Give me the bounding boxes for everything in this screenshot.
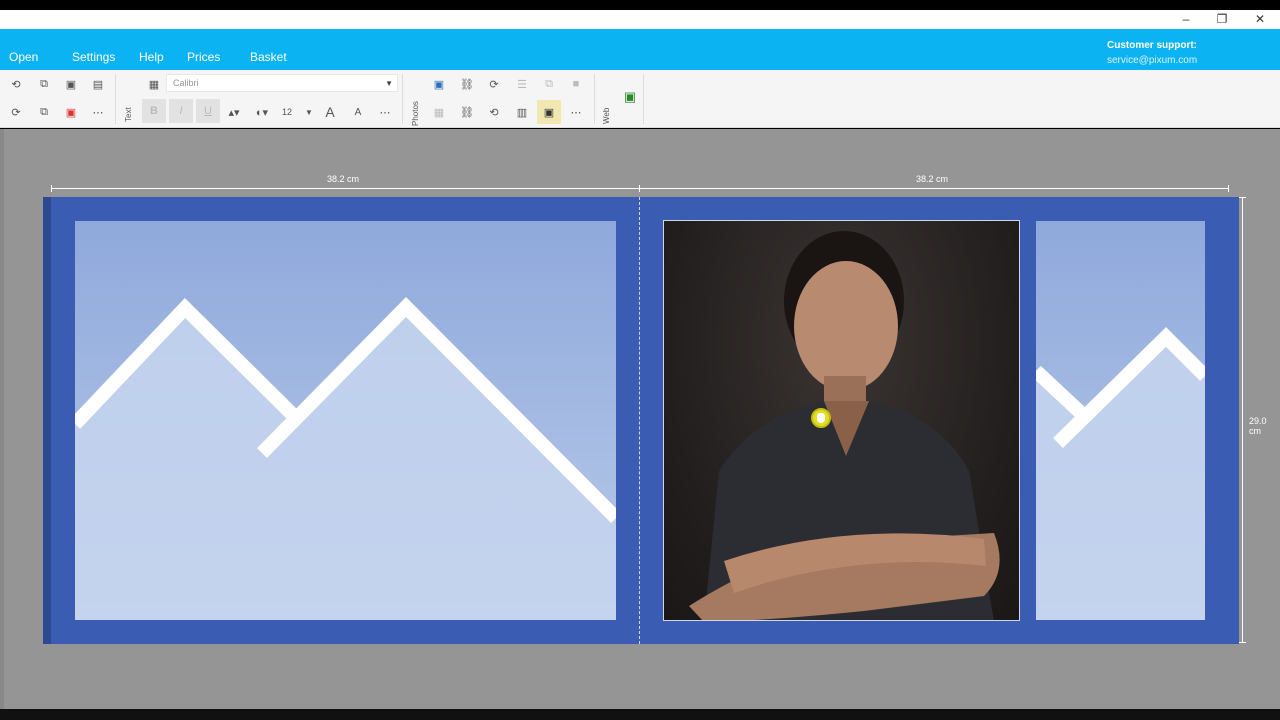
separator (643, 74, 644, 124)
menu-bar: Open Settings Help Prices Basket Custome… (0, 29, 1280, 70)
ruler-label-right: 38.2 cm (916, 174, 949, 184)
ruler-tick (1238, 197, 1246, 198)
customer-support: Customer support: service@pixum.com (1107, 38, 1197, 68)
photobook-editor-window: – ❐ ✕ Open Settings Help Prices Basket C… (0, 0, 1280, 720)
spread-edge (43, 197, 51, 644)
menu-help[interactable]: Help (139, 50, 164, 64)
photo-placeholder-left[interactable] (75, 221, 616, 620)
menu-prices[interactable]: Prices (187, 50, 220, 64)
separator (402, 74, 403, 124)
workspace-edge (0, 129, 4, 709)
man-arms-crossed-image (689, 231, 1000, 620)
bold-button[interactable]: B (145, 102, 163, 120)
grow-font-button[interactable]: A (321, 103, 339, 121)
chevron-down-icon: ▼ (385, 79, 393, 88)
insert-photo-icon[interactable]: ▣ (430, 75, 448, 93)
grid-photo-icon[interactable]: ▥ (513, 103, 531, 121)
undo-page-icon[interactable]: ⟲ (7, 75, 25, 93)
more-text-icon[interactable]: ⋯ (376, 103, 394, 121)
spread-fold-line (639, 197, 640, 644)
font-size-chevron-icon[interactable]: ▼ (300, 103, 318, 121)
ruler-label-height: 29.0 cm (1249, 416, 1267, 436)
ruler-tick (1238, 642, 1246, 643)
web-import-icon[interactable]: ▣ (621, 88, 639, 106)
font-size-field[interactable]: 12 (278, 103, 296, 121)
delete-page-icon[interactable]: ▣ (62, 103, 80, 121)
photos-group-label: Photos (411, 101, 420, 126)
redo-page-icon[interactable]: ⟳ (7, 103, 25, 121)
fill-photo-icon[interactable]: ■ (567, 75, 585, 93)
font-select[interactable]: Calibri ▼ (166, 74, 398, 92)
more-photos-icon[interactable]: ⋯ (567, 103, 585, 121)
ruler-vertical (1242, 197, 1243, 643)
link-photo-icon[interactable]: ⛓ (458, 75, 476, 93)
screen-bottom-edge (0, 709, 1280, 720)
mountain-placeholder-icon (1036, 327, 1205, 620)
separator (115, 74, 116, 124)
flip-photo-icon[interactable]: ⟲ (485, 103, 503, 121)
text-color-icon[interactable]: ◐▾ (253, 103, 271, 121)
screen-top-edge (0, 0, 1280, 10)
menu-basket[interactable]: Basket (250, 50, 287, 64)
ruler-tick (639, 185, 640, 192)
menu-settings[interactable]: Settings (72, 50, 115, 64)
align-photo-icon[interactable]: ☰ (513, 75, 531, 93)
layer-photo-icon[interactable]: ⧉ (540, 75, 558, 93)
ruler-label-left: 38.2 cm (327, 174, 360, 184)
close-icon[interactable]: ✕ (1241, 10, 1279, 29)
ruler-horizontal (51, 188, 1229, 189)
web-group-label: Web (602, 107, 611, 124)
separator (594, 74, 595, 124)
toolbar: ⟲ ⧉ ▣ ▤ ⟳ ⧉ ▣ ⋯ Text ▦ Calibri ▼ B I U ▴… (0, 70, 1280, 128)
title-bar: – ❐ ✕ (0, 10, 1280, 29)
photo-placeholder-right[interactable] (1036, 221, 1205, 620)
text-align-icon[interactable]: ▴▾ (225, 103, 243, 121)
add-page-icon[interactable]: ▣ (62, 75, 80, 93)
italic-button[interactable]: I (172, 102, 190, 120)
ruler-tick (51, 185, 52, 192)
font-name: Calibri (173, 78, 199, 88)
copy-page-icon[interactable]: ⧉ (35, 75, 53, 93)
portrait-photo[interactable] (663, 220, 1020, 621)
more-page-icon[interactable]: ⋯ (89, 103, 107, 121)
text-group-label: Text (124, 107, 133, 122)
menu-open[interactable]: Open (9, 50, 38, 64)
unlink-photo-icon[interactable]: ⛓ (458, 103, 476, 121)
duplicate-page-icon[interactable]: ⧉ (35, 103, 53, 121)
rotate-photo-icon[interactable]: ⟳ (485, 75, 503, 93)
paste-page-icon[interactable]: ▤ (89, 75, 107, 93)
text-style-icon[interactable]: ▦ (145, 75, 163, 93)
frame-photo-icon[interactable]: ▦ (430, 103, 448, 121)
restore-icon[interactable]: ❐ (1203, 10, 1241, 29)
hand-cursor-icon (811, 408, 831, 428)
shrink-font-button[interactable]: A (349, 103, 367, 121)
border-photo-icon[interactable]: ▣ (540, 103, 558, 121)
mountain-placeholder-icon (75, 297, 616, 620)
support-title: Customer support: (1107, 40, 1197, 51)
minimize-icon[interactable]: – (1167, 10, 1205, 29)
ruler-tick (1228, 185, 1229, 192)
underline-button[interactable]: U (199, 102, 217, 120)
support-email[interactable]: service@pixum.com (1107, 53, 1197, 68)
